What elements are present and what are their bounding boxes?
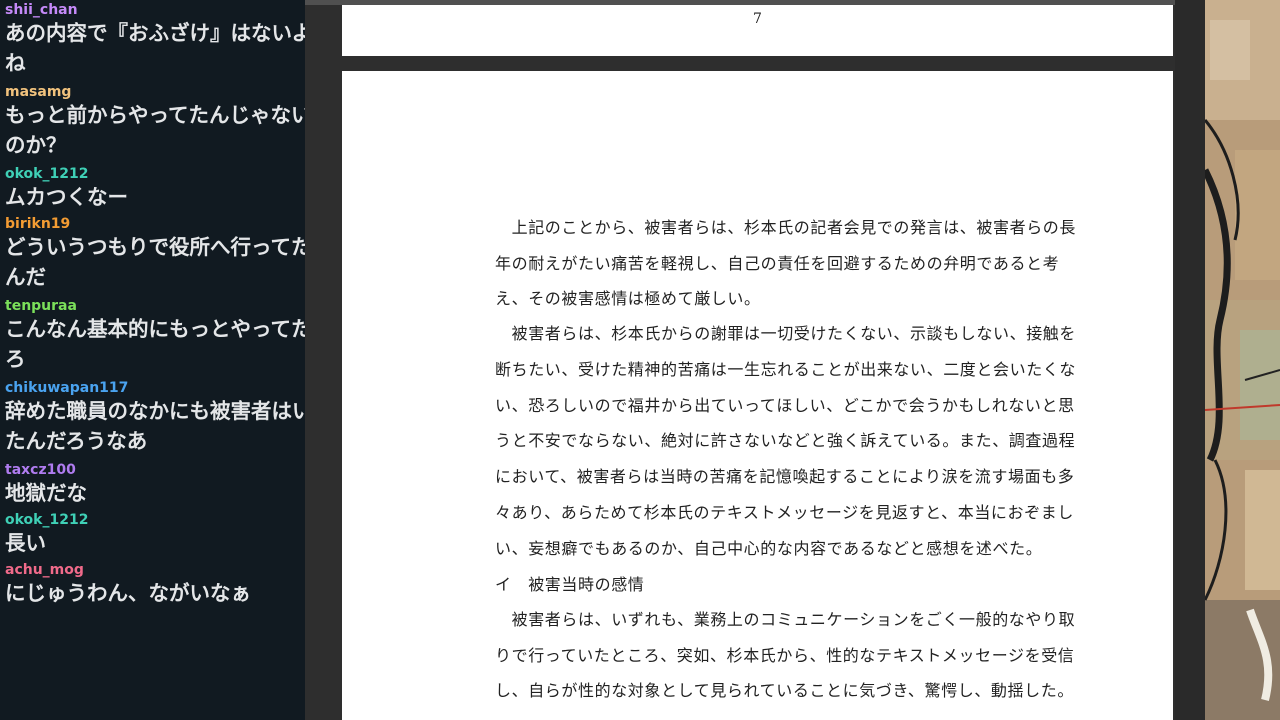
- document-line: え、その被害感情は極めて厳しい。: [495, 289, 761, 308]
- chat-message: achu_mog にじゅうわん、ながいなぁ: [0, 562, 305, 608]
- chat-message: birikn19 どういうつもりで役所へ行ってたんだ: [0, 216, 305, 294]
- chat-username: achu_mog: [5, 562, 84, 578]
- chat-message: taxcz100 地獄だな: [0, 462, 305, 508]
- document-viewer[interactable]: 7 上記のことから、被害者らは、杉本氏の記者会見での発言は、被害者らの長 年の耐…: [305, 0, 1205, 720]
- document-line: い、恐ろしいので福井から出ていってほしい、どこかで会うかもしれないと思: [495, 396, 1075, 415]
- chat-username: tenpuraa: [5, 298, 77, 314]
- document-line: 年の耐えがたい痛苦を軽視し、自己の責任を回避するための弁明であると考: [495, 254, 1060, 273]
- chat-username: okok_1212: [5, 166, 89, 182]
- page-number: 7: [753, 11, 762, 27]
- document-page[interactable]: 上記のことから、被害者らは、杉本氏の記者会見での発言は、被害者らの長 年の耐えが…: [342, 71, 1173, 720]
- chat-message: okok_1212 長い: [0, 512, 305, 558]
- document-line: 被害者らは、杉本氏からの謝罪は一切受けたくない、示談もしない、接触を: [495, 324, 1077, 343]
- document-line: 断ちたい、受けた精神的苦痛は一生忘れることが出来ない、二度と会いたくな: [495, 360, 1077, 379]
- document-line: において、被害者らは当時の苦痛を記憶喚起することにより涙を流す場面も多: [495, 467, 1075, 486]
- previous-page: 7: [342, 5, 1173, 56]
- document-line: 々あり、あらためて杉本氏のテキストメッセージを見返すと、本当におぞまし: [495, 503, 1074, 522]
- chat-message: masamg もっと前からやってたんじゃないのか？: [0, 84, 305, 162]
- chat-username: shii_chan: [5, 2, 78, 18]
- chat-text: あの内容で『おふざけ』はないよね: [5, 21, 305, 75]
- chat-text: 地獄だな: [5, 481, 87, 505]
- chat-text: ムカつくなー: [5, 185, 128, 209]
- document-line: 被害者らは、いずれも、業務上のコミュニケーションをごく一般的なやり取: [495, 610, 1076, 629]
- document-line: い、妄想癖でもあるのか、自己中心的な内容であるなどと感想を述べた。: [495, 539, 1043, 558]
- section-heading: イ 被害当時の感情: [495, 575, 645, 594]
- artwork-image: [1205, 0, 1280, 720]
- chat-text: どういうつもりで役所へ行ってたんだ: [5, 235, 305, 289]
- chat-message: shii_chan あの内容で『おふざけ』はないよね: [0, 2, 305, 80]
- document-line: 上記のことから、被害者らは、杉本氏の記者会見での発言は、被害者らの長: [495, 218, 1077, 237]
- chat-text: 長い: [5, 531, 46, 555]
- document-line: りで行っていたところ、突如、杉本氏から、性的なテキストメッセージを受信: [495, 646, 1075, 665]
- chat-message: chikuwapan117 辞めた職員のなかにも被害者はいたんだろうなあ: [0, 380, 305, 458]
- screen: shii_chan あの内容で『おふざけ』はないよね masamg もっと前から…: [0, 0, 1280, 720]
- chat-username: okok_1212: [5, 512, 89, 528]
- chat-message: okok_1212 ムカつくなー: [0, 166, 305, 212]
- chat-text: もっと前からやってたんじゃないのか？: [5, 103, 305, 157]
- chat-text: 辞めた職員のなかにも被害者はいたんだろうなあ: [5, 399, 305, 453]
- chat-panel[interactable]: shii_chan あの内容で『おふざけ』はないよね masamg もっと前から…: [0, 0, 305, 720]
- viewer-scroll-area: [1175, 0, 1205, 720]
- document-line: うと不安でならない、絶対に許さないなどと強く訴えている。また、調査過程: [495, 431, 1076, 450]
- document-line: し、自らが性的な対象として見られていることに気づき、驚愕し、動揺した。: [495, 681, 1074, 700]
- chat-username: chikuwapan117: [5, 380, 129, 396]
- chat-text: こんなん基本的にもっとやってたろ: [5, 317, 305, 371]
- chat-message: tenpuraa こんなん基本的にもっとやってたろ: [0, 298, 305, 376]
- chat-text: にじゅうわん、ながいなぁ: [5, 581, 251, 605]
- chat-username: birikn19: [5, 216, 71, 232]
- background-artwork: [1205, 0, 1280, 720]
- chat-username: masamg: [5, 84, 72, 100]
- chat-username: taxcz100: [5, 462, 76, 478]
